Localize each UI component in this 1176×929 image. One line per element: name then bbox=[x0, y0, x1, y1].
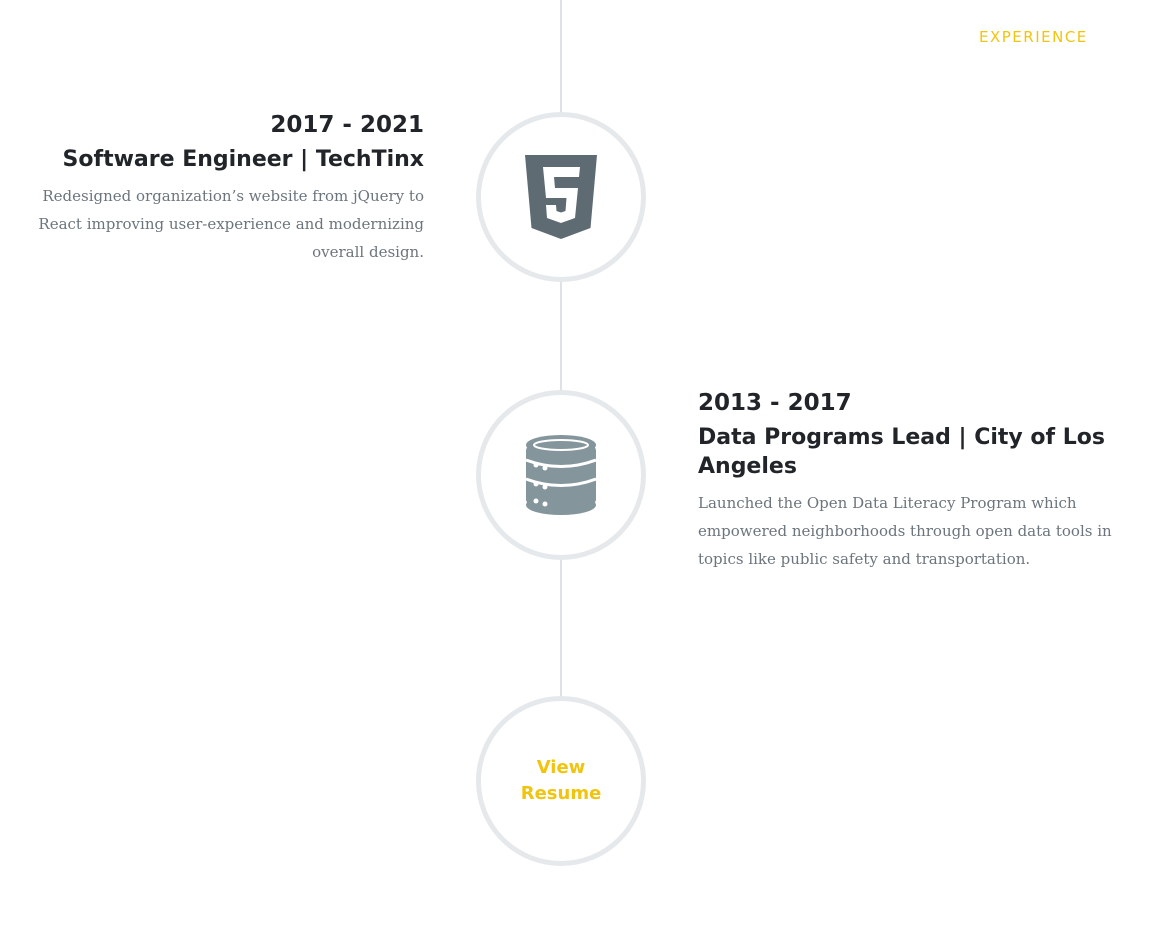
entry-years: 2017 - 2021 bbox=[270, 112, 424, 138]
timeline-circle-resume: View Resume bbox=[476, 696, 646, 866]
view-resume-line1: View bbox=[536, 757, 586, 778]
timeline-line bbox=[560, 0, 562, 700]
experience-nav-link[interactable]: EXPERIENCE bbox=[979, 28, 1088, 46]
html5-icon bbox=[525, 155, 597, 239]
entry-description: Redesigned organization’s website from j… bbox=[38, 187, 424, 261]
view-resume-button[interactable]: View Resume bbox=[511, 755, 611, 807]
timeline-circle-database bbox=[476, 390, 646, 560]
entry-description: Launched the Open Data Literacy Program … bbox=[698, 494, 1112, 568]
timeline-circle-html5 bbox=[476, 112, 646, 282]
experience-entry-techtinx: 2017 - 2021 Software Engineer | TechTinx… bbox=[30, 110, 424, 266]
experience-entry-city-la: 2013 - 2017 Data Programs Lead | City of… bbox=[698, 388, 1118, 573]
entry-years: 2013 - 2017 bbox=[698, 390, 852, 416]
database-icon bbox=[526, 435, 596, 515]
entry-role: Data Programs Lead | City of Los Angeles bbox=[698, 425, 1105, 479]
view-resume-line2: Resume bbox=[520, 783, 602, 804]
entry-role: Software Engineer | TechTinx bbox=[62, 147, 424, 172]
